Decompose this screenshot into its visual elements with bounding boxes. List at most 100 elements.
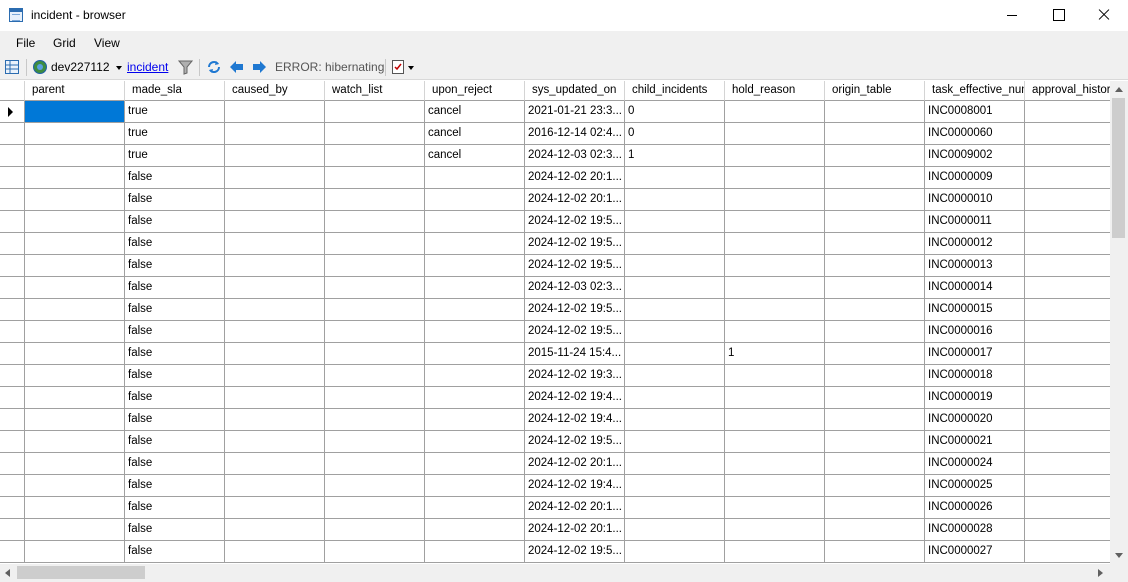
grid-cell-sys-updated-on[interactable]: 2024-12-02 19:5... bbox=[525, 431, 625, 453]
grid-cell-origin-table[interactable] bbox=[825, 123, 925, 145]
column-header-origin-table[interactable]: origin_table bbox=[825, 81, 925, 101]
grid-cell-hold-reason[interactable] bbox=[725, 233, 825, 255]
grid-cell-watch-list[interactable] bbox=[325, 299, 425, 321]
grid-cell-origin-table[interactable] bbox=[825, 145, 925, 167]
grid-cell-caused-by[interactable] bbox=[225, 101, 325, 123]
maximize-button[interactable] bbox=[1035, 0, 1081, 31]
header-corner[interactable] bbox=[0, 81, 25, 101]
grid-cell-parent[interactable] bbox=[25, 365, 125, 387]
grid-cell-caused-by[interactable] bbox=[225, 123, 325, 145]
grid-cell-hold-reason[interactable] bbox=[725, 453, 825, 475]
grid-cell-origin-table[interactable] bbox=[825, 101, 925, 123]
grid-cell-upon-reject[interactable] bbox=[425, 277, 525, 299]
row-header[interactable] bbox=[0, 343, 25, 365]
grid-cell-made-sla[interactable]: false bbox=[125, 167, 225, 189]
grid-cell-caused-by[interactable] bbox=[225, 365, 325, 387]
grid-cell-sys-updated-on[interactable]: 2021-01-21 23:3... bbox=[525, 101, 625, 123]
grid-cell-child-incidents[interactable]: 0 bbox=[625, 101, 725, 123]
grid-cell-origin-table[interactable] bbox=[825, 453, 925, 475]
data-grid[interactable]: parent made_sla caused_by watch_list upon_re… bbox=[0, 81, 1128, 567]
grid-cell-caused-by[interactable] bbox=[225, 277, 325, 299]
grid-cell-hold-reason[interactable] bbox=[725, 431, 825, 453]
grid-cell-made-sla[interactable]: false bbox=[125, 189, 225, 211]
grid-cell-made-sla[interactable]: false bbox=[125, 233, 225, 255]
grid-cell-hold-reason[interactable] bbox=[725, 321, 825, 343]
grid-cell-child-incidents[interactable] bbox=[625, 299, 725, 321]
row-header[interactable] bbox=[0, 497, 25, 519]
grid-cell-parent[interactable] bbox=[25, 211, 125, 233]
instance-dropdown-arrow-icon[interactable] bbox=[116, 66, 122, 70]
grid-cell-sys-updated-on[interactable]: 2024-12-02 20:1... bbox=[525, 519, 625, 541]
grid-cell-sys-updated-on[interactable]: 2024-12-02 19:4... bbox=[525, 475, 625, 497]
grid-cell-parent[interactable] bbox=[25, 453, 125, 475]
grid-cell-watch-list[interactable] bbox=[325, 233, 425, 255]
scroll-right-icon[interactable] bbox=[1098, 569, 1103, 577]
grid-cell-made-sla[interactable]: false bbox=[125, 409, 225, 431]
minimize-button[interactable] bbox=[990, 0, 1036, 31]
grid-cell-hold-reason[interactable]: 1 bbox=[725, 343, 825, 365]
grid-cell-caused-by[interactable] bbox=[225, 255, 325, 277]
grid-cell-made-sla[interactable]: false bbox=[125, 343, 225, 365]
grid-cell-task-effective-num[interactable]: INC0000020 bbox=[925, 409, 1025, 431]
grid-cell-parent[interactable] bbox=[25, 519, 125, 541]
row-header[interactable] bbox=[0, 431, 25, 453]
grid-cell-parent[interactable] bbox=[25, 255, 125, 277]
grid-cell-watch-list[interactable] bbox=[325, 409, 425, 431]
scroll-left-icon[interactable] bbox=[5, 569, 10, 577]
grid-cell-caused-by[interactable] bbox=[225, 189, 325, 211]
row-header[interactable] bbox=[0, 299, 25, 321]
grid-cell-upon-reject[interactable] bbox=[425, 409, 525, 431]
grid-cell-parent[interactable] bbox=[25, 343, 125, 365]
grid-cell-origin-table[interactable] bbox=[825, 519, 925, 541]
grid-cell-watch-list[interactable] bbox=[325, 387, 425, 409]
grid-cell-upon-reject[interactable] bbox=[425, 497, 525, 519]
grid-cell-task-effective-num[interactable]: INC0000016 bbox=[925, 321, 1025, 343]
grid-cell-upon-reject[interactable] bbox=[425, 365, 525, 387]
scroll-up-icon[interactable] bbox=[1115, 87, 1123, 92]
grid-cell-parent[interactable] bbox=[25, 233, 125, 255]
grid-cell-child-incidents[interactable] bbox=[625, 321, 725, 343]
grid-cell-sys-updated-on[interactable]: 2024-12-02 20:1... bbox=[525, 167, 625, 189]
grid-cell-origin-table[interactable] bbox=[825, 343, 925, 365]
grid-cell-origin-table[interactable] bbox=[825, 475, 925, 497]
grid-cell-task-effective-num[interactable]: INC0000025 bbox=[925, 475, 1025, 497]
grid-cell-hold-reason[interactable] bbox=[725, 475, 825, 497]
grid-cell-upon-reject[interactable] bbox=[425, 475, 525, 497]
grid-cell-child-incidents[interactable] bbox=[625, 541, 725, 563]
grid-cell-child-incidents[interactable] bbox=[625, 431, 725, 453]
row-header[interactable] bbox=[0, 453, 25, 475]
grid-cell-upon-reject[interactable] bbox=[425, 233, 525, 255]
grid-cell-child-incidents[interactable] bbox=[625, 189, 725, 211]
grid-cell-sys-updated-on[interactable]: 2024-12-02 19:5... bbox=[525, 233, 625, 255]
grid-cell-origin-table[interactable] bbox=[825, 365, 925, 387]
row-header[interactable] bbox=[0, 255, 25, 277]
column-header-caused-by[interactable]: caused_by bbox=[225, 81, 325, 101]
grid-cell-upon-reject[interactable] bbox=[425, 167, 525, 189]
grid-cell-task-effective-num[interactable]: INC0000015 bbox=[925, 299, 1025, 321]
menu-file[interactable]: File bbox=[16, 36, 35, 50]
grid-cell-upon-reject[interactable] bbox=[425, 343, 525, 365]
scroll-down-icon[interactable] bbox=[1115, 553, 1123, 558]
row-header[interactable] bbox=[0, 409, 25, 431]
grid-cell-sys-updated-on[interactable]: 2024-12-02 19:5... bbox=[525, 541, 625, 563]
row-header[interactable] bbox=[0, 211, 25, 233]
grid-cell-parent[interactable] bbox=[25, 497, 125, 519]
grid-cell-task-effective-num[interactable]: INC0000011 bbox=[925, 211, 1025, 233]
grid-cell-made-sla[interactable]: false bbox=[125, 321, 225, 343]
grid-cell-child-incidents[interactable] bbox=[625, 365, 725, 387]
grid-cell-watch-list[interactable] bbox=[325, 453, 425, 475]
grid-cell-hold-reason[interactable] bbox=[725, 409, 825, 431]
grid-cell-task-effective-num[interactable]: INC0008001 bbox=[925, 101, 1025, 123]
grid-cell-made-sla[interactable]: false bbox=[125, 211, 225, 233]
checklist-dropdown-arrow-icon[interactable] bbox=[408, 66, 414, 70]
grid-cell-upon-reject[interactable] bbox=[425, 189, 525, 211]
grid-cell-child-incidents[interactable] bbox=[625, 211, 725, 233]
forward-arrow-icon[interactable] bbox=[252, 60, 267, 74]
grid-cell-hold-reason[interactable] bbox=[725, 541, 825, 563]
menu-view[interactable]: View bbox=[94, 36, 120, 50]
grid-cell-upon-reject[interactable] bbox=[425, 453, 525, 475]
grid-cell-parent[interactable] bbox=[25, 277, 125, 299]
grid-cell-hold-reason[interactable] bbox=[725, 167, 825, 189]
grid-cell-task-effective-num[interactable]: INC0000018 bbox=[925, 365, 1025, 387]
row-header[interactable] bbox=[0, 321, 25, 343]
